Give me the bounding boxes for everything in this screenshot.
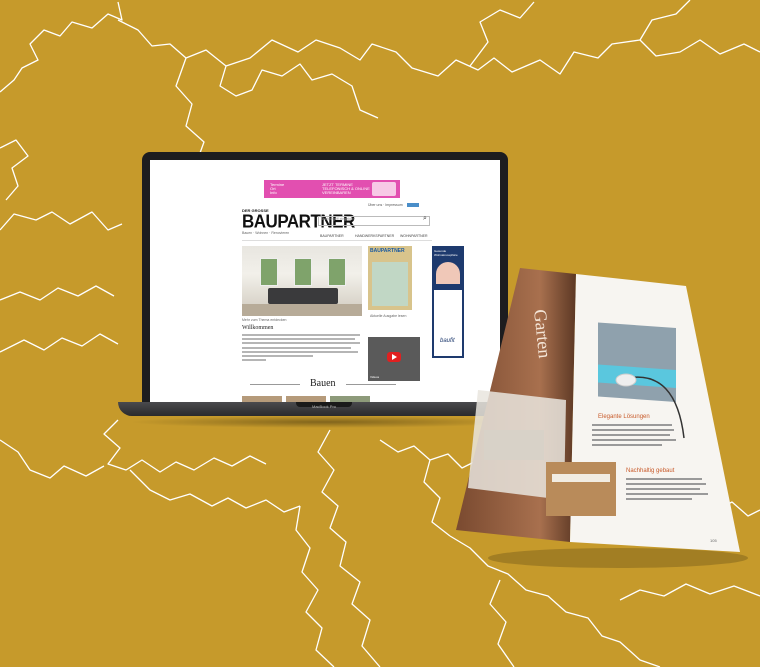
magazine-caption[interactable]: Aktuelle Ausgabe lesen	[370, 314, 406, 318]
magazine-cover[interactable]: BAUPARTNER	[368, 246, 412, 310]
top-links: Über uns · Impressum	[368, 203, 419, 208]
top-link-about[interactable]: Über uns	[368, 203, 382, 207]
video-caption: Videos	[370, 375, 380, 379]
hero-sofa	[268, 288, 338, 304]
ad-left-lines: Termine Ort Info	[270, 182, 285, 195]
section-title: Bauen	[310, 378, 336, 389]
magazine-heading-2: Nachhaltig gebaut	[626, 468, 675, 474]
video-teaser[interactable]: Videos	[368, 337, 420, 381]
hero-window	[294, 258, 312, 286]
logo-tagline: Bauen · Wohnen · Renovieren	[242, 231, 290, 235]
ad-image	[372, 182, 396, 196]
laptop-model-label: MacBook Pro	[311, 404, 336, 409]
section-rule-right	[346, 384, 396, 385]
open-magazine: Garten Elegante Lösungen Nachhaltig geba…	[456, 268, 748, 568]
magazine-page-number: 105	[710, 538, 717, 543]
magazine-photo-pallets	[546, 462, 616, 516]
welcome-paragraph	[242, 334, 360, 363]
section-rule-left	[250, 384, 300, 385]
top-link-imprint[interactable]: Impressum	[385, 203, 402, 207]
header-divider	[242, 240, 432, 241]
nav-item-handwerkspartner[interactable]: HANDWERKSPARTNER	[355, 234, 394, 238]
ad-text: JETZT TERMINE TELEFONISCH & ONLINE VEREI…	[322, 182, 370, 195]
hero-window	[328, 258, 346, 286]
hero-caption[interactable]: Mehr zum Thema entdecken	[242, 318, 287, 322]
magazine-heading-1: Elegante Lösungen	[598, 414, 650, 420]
search-icon[interactable]: ⌕	[423, 215, 427, 223]
login-button[interactable]	[406, 203, 419, 208]
hero-image[interactable]	[242, 246, 362, 316]
hero-window	[260, 258, 278, 286]
magazine-cover-title: BAUPARTNER	[370, 248, 405, 254]
ad-banner[interactable]: Termine Ort Info JETZT TERMINE TELEFONIS…	[264, 180, 400, 198]
welcome-headline: Willkommen	[242, 325, 274, 331]
magazine-cover-image	[372, 262, 408, 306]
nav-item-wohnpartner[interactable]: WOHNPARTNER	[400, 234, 427, 238]
hero-floor	[242, 304, 362, 316]
search-placeholder: Suchbegriff eingeben	[321, 217, 355, 221]
play-icon[interactable]	[387, 352, 401, 362]
nav-item-baupartner[interactable]: BAUPARTNER	[320, 234, 344, 238]
magazine-photo-pool	[598, 322, 676, 402]
